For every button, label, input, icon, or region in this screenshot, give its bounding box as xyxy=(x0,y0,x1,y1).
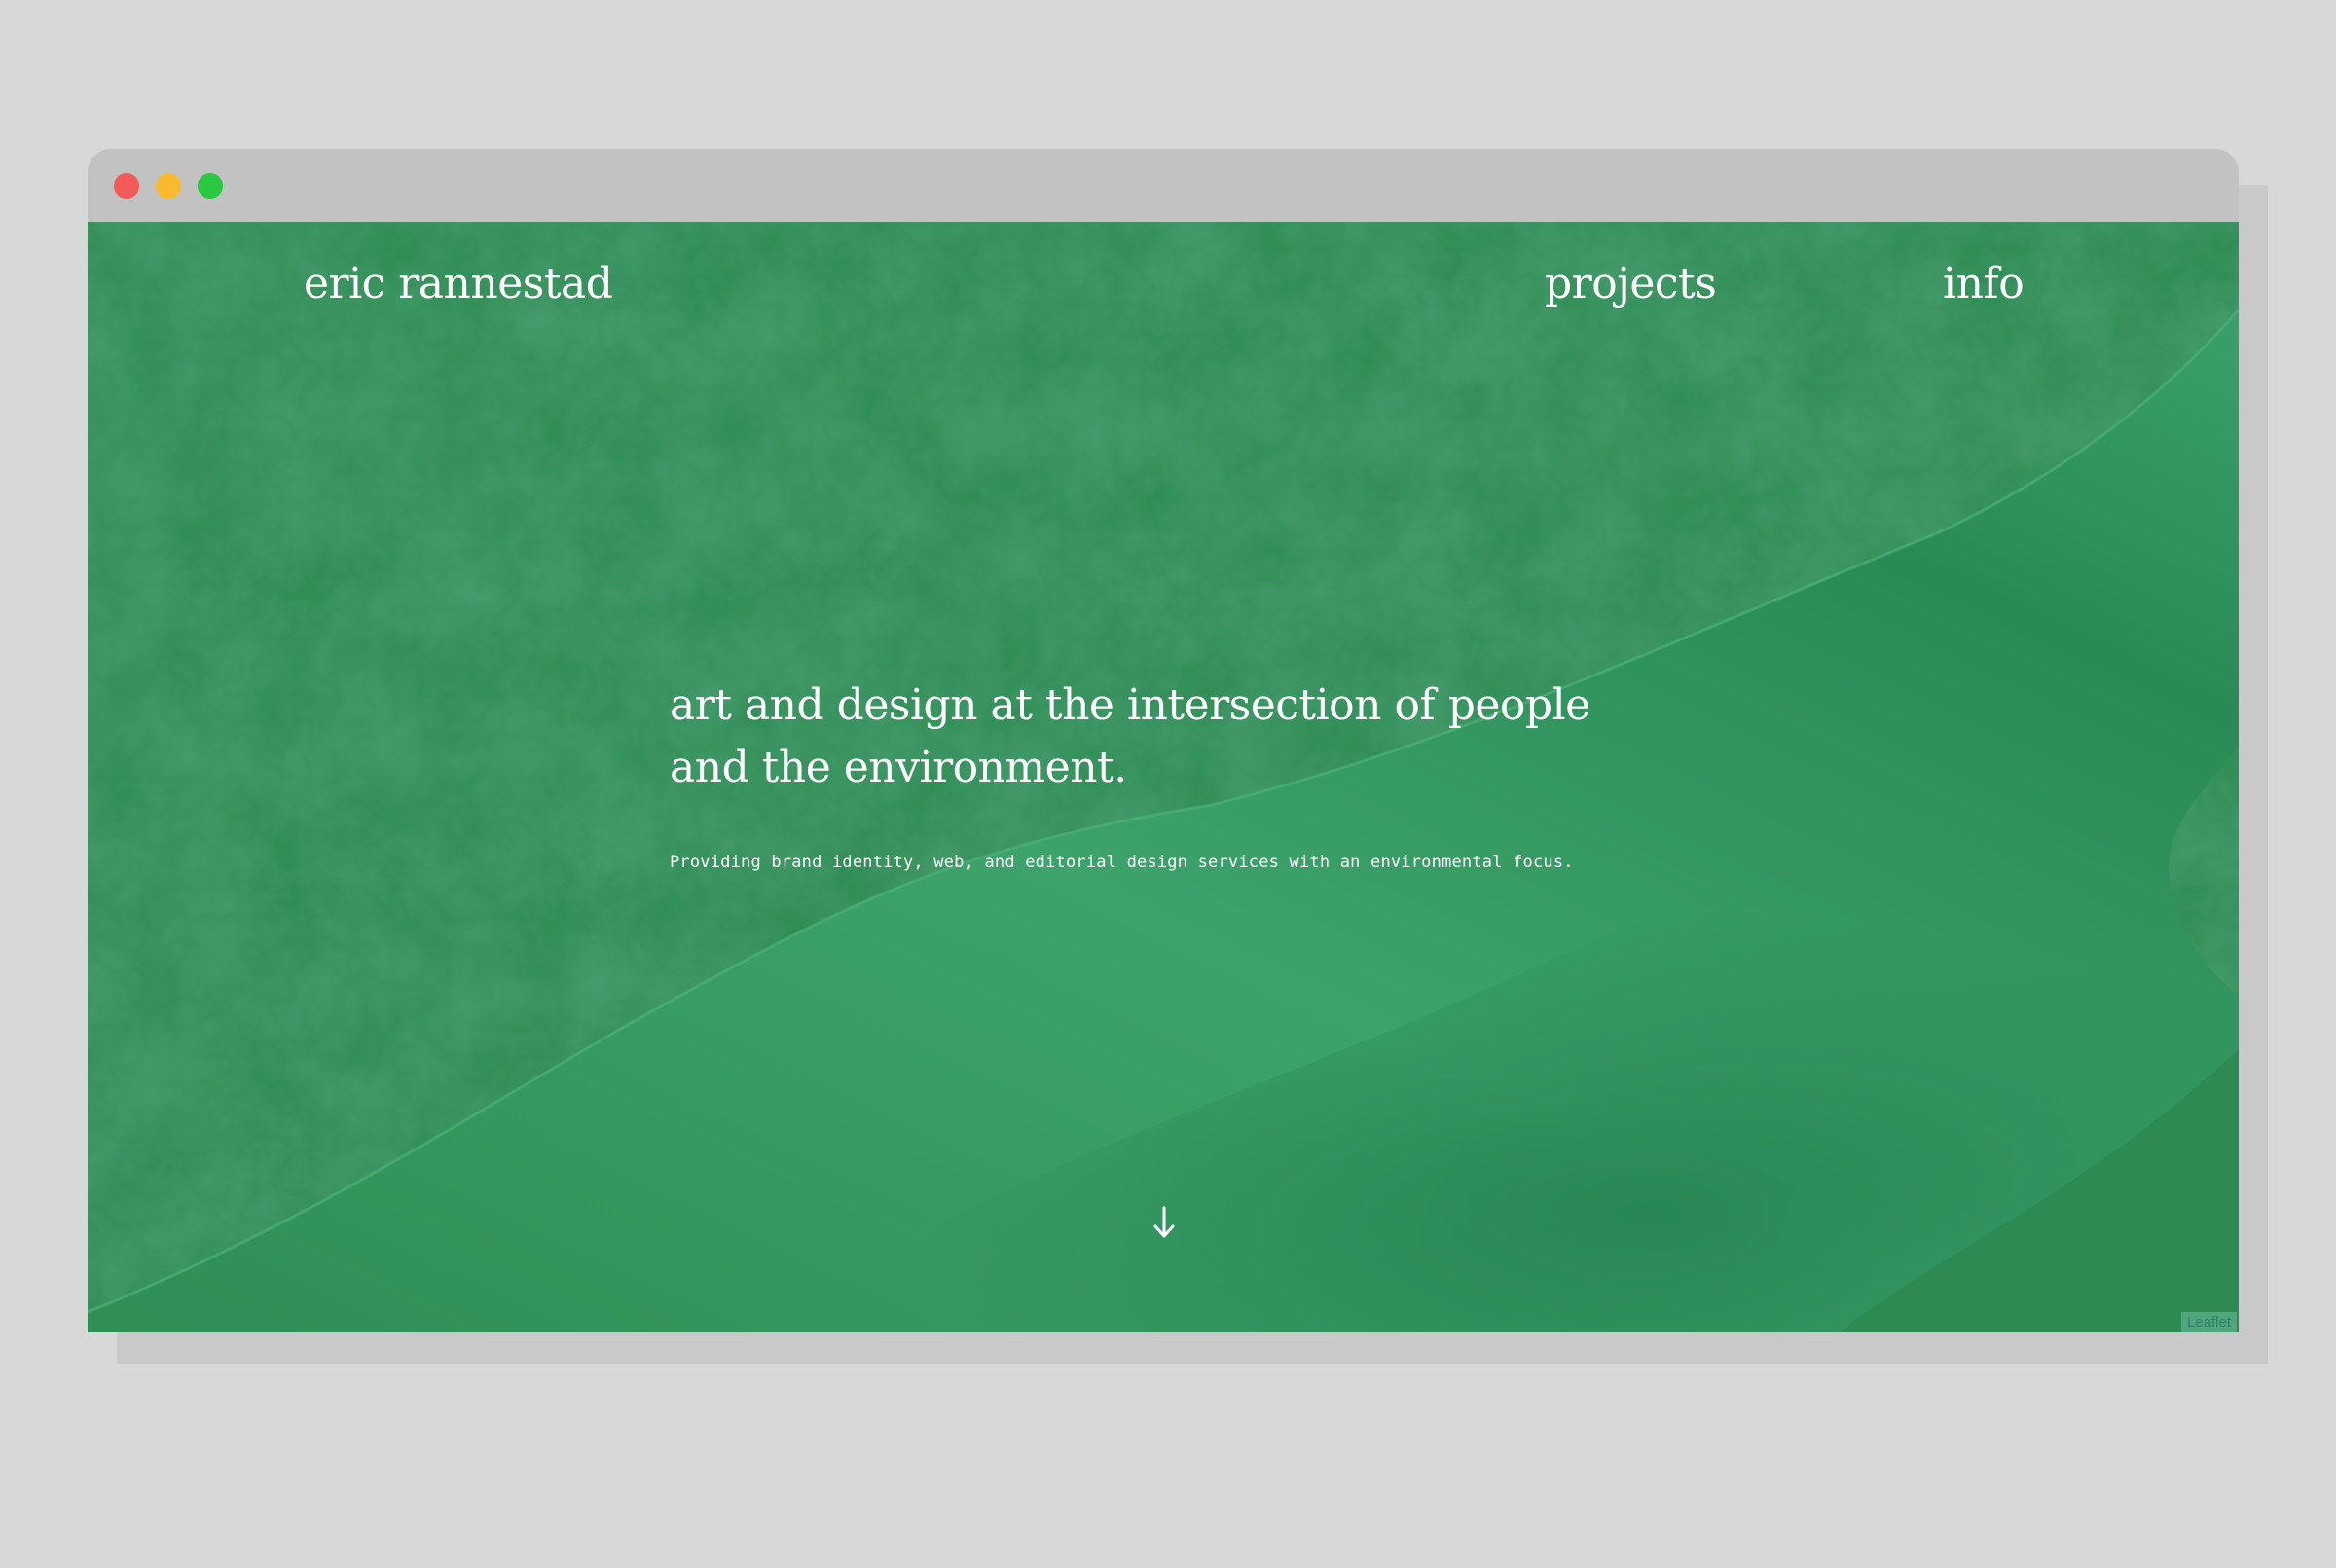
window-titlebar xyxy=(88,149,2239,222)
minimize-window-button[interactable] xyxy=(156,173,181,199)
browser-window: eric rannestad projects info art and des… xyxy=(88,149,2239,1332)
page-viewport: eric rannestad projects info art and des… xyxy=(88,222,2239,1332)
map-attribution-link[interactable]: Leaflet xyxy=(2180,1312,2237,1332)
close-window-button[interactable] xyxy=(114,173,139,199)
maximize-window-button[interactable] xyxy=(198,173,223,199)
site-name-link[interactable]: eric rannestad xyxy=(304,259,613,309)
hero-headline: art and design at the intersection of pe… xyxy=(670,680,1590,792)
arrow-down-icon[interactable] xyxy=(1151,1205,1177,1240)
hero-subline: Providing brand identity, web, and edito… xyxy=(670,853,1574,872)
nav-info-link[interactable]: info xyxy=(1943,259,2025,309)
nav-projects-link[interactable]: projects xyxy=(1545,259,1717,309)
